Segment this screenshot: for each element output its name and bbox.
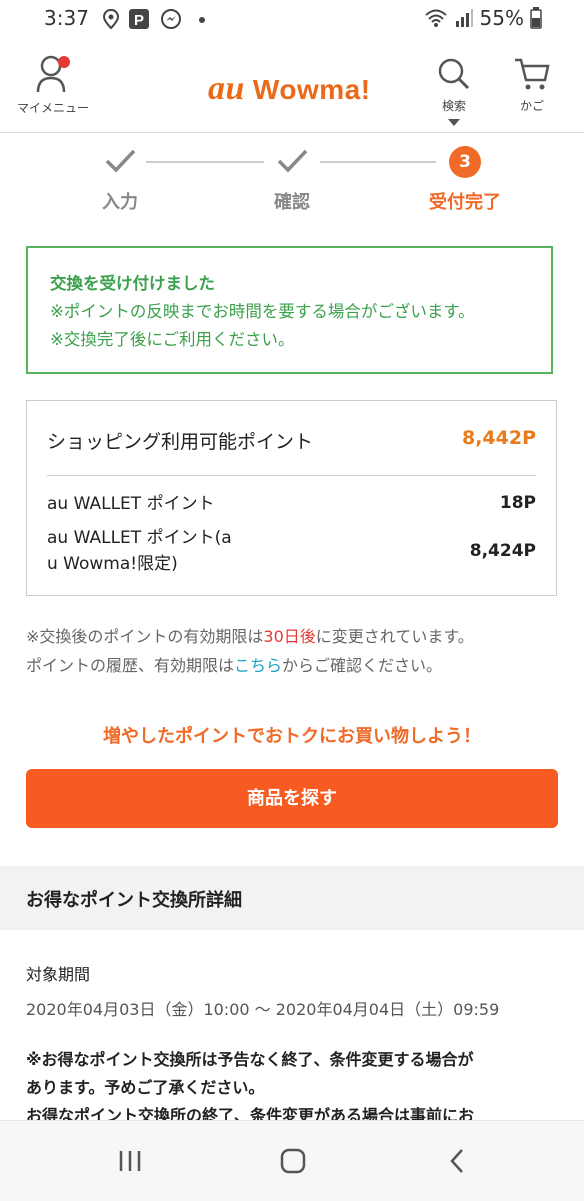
find-products-button[interactable]: 商品を探す <box>26 769 558 828</box>
status-time: 3:37 <box>44 6 89 30</box>
back-icon[interactable] <box>446 1147 470 1175</box>
au-wowma-logo[interactable]: au Wowma! <box>208 70 371 108</box>
terms-note: ※お得なポイント交換所は予告なく終了、条件変更する場合が あります。予めご了承く… <box>26 1050 474 1097</box>
shopping-points-label: ショッピング利用可能ポイント <box>47 431 314 453</box>
promo-text: 増やしたポイントでおトクにお買い物しよう！ <box>103 726 481 747</box>
user-icon <box>36 55 70 93</box>
step-number-badge: 3 <box>449 146 481 178</box>
system-nav-bar <box>0 1120 584 1201</box>
recent-apps-icon[interactable] <box>116 1147 144 1175</box>
logo-au: au <box>208 70 245 107</box>
cart-icon <box>515 58 550 90</box>
cart-label: かご <box>519 99 544 113</box>
wallet-limited-points-label: au WALLET ポイント(a u Wowma!限定) <box>47 528 232 574</box>
step-complete: 3 受付完了 <box>405 140 525 214</box>
shopping-points-value: 8,442P <box>461 427 536 449</box>
divider <box>47 475 536 476</box>
caret-down-icon <box>448 119 460 126</box>
expiry-note: ※交換後のポイントの有効期限は30日後に変更されています。 ポイントの履歴、有効… <box>26 627 474 675</box>
points-summary: ショッピング利用可能ポイント 8,442P au WALLET ポイント 18P… <box>26 400 557 596</box>
search-icon <box>438 58 470 90</box>
dot-icon <box>199 17 205 23</box>
section-title: お得なポイント交換所詳細 <box>26 890 242 911</box>
step-confirm: 確認 <box>232 140 352 214</box>
check-icon <box>105 149 136 173</box>
details-section-header: お得なポイント交換所詳細 <box>0 866 584 930</box>
step-label: 入力 <box>102 192 138 213</box>
history-link[interactable]: こちら <box>234 656 282 675</box>
logo-wowma: Wowma! <box>252 74 371 105</box>
wifi-icon <box>424 9 447 27</box>
success-notice: 交換を受け付けました ※ポイントの反映までお時間を要する場合がございます。 ※交… <box>26 246 553 374</box>
notice-line: ※ポイントの反映までお時間を要する場合がございます。 <box>50 302 475 321</box>
parking-icon: P <box>129 9 149 29</box>
my-menu-button[interactable]: マイメニュー <box>10 54 96 116</box>
step-label: 確認 <box>274 192 310 213</box>
svg-text:P: P <box>134 12 144 29</box>
period-label: 対象期間 <box>26 965 91 984</box>
search-label: 検索 <box>441 99 466 113</box>
status-bar: 3:37 P 55% <box>0 0 584 38</box>
my-menu-label: マイメニュー <box>16 101 89 115</box>
battery-text: 55% <box>479 6 524 30</box>
home-icon[interactable] <box>279 1147 307 1175</box>
wallet-limited-points-value: 8,424P <box>469 541 536 561</box>
step-label: 受付完了 <box>429 192 501 213</box>
period-value: 2020年04月03日（金）10:00 ～ 2020年04月04日（土）09:5… <box>26 1000 500 1019</box>
search-button[interactable]: 検索 <box>426 56 482 130</box>
messenger-icon <box>161 9 181 29</box>
location-icon <box>102 8 120 30</box>
cart-button[interactable]: かご <box>504 56 560 114</box>
signal-icon <box>455 9 473 27</box>
notice-line: ※交換完了後にご利用ください。 <box>50 330 295 349</box>
step-input: 入力 <box>60 140 180 214</box>
wallet-points-label: au WALLET ポイント <box>47 494 215 514</box>
wallet-points-value: 18P <box>499 493 536 513</box>
notice-title: 交換を受け付けました <box>50 274 215 293</box>
app-header: マイメニュー au Wowma! 検索 かご <box>0 38 584 133</box>
check-icon <box>277 149 308 173</box>
expiry-highlight: 30日後 <box>263 627 316 646</box>
progress-steps: 入力 確認 3 受付完了 <box>0 140 584 220</box>
battery-icon <box>530 7 542 29</box>
